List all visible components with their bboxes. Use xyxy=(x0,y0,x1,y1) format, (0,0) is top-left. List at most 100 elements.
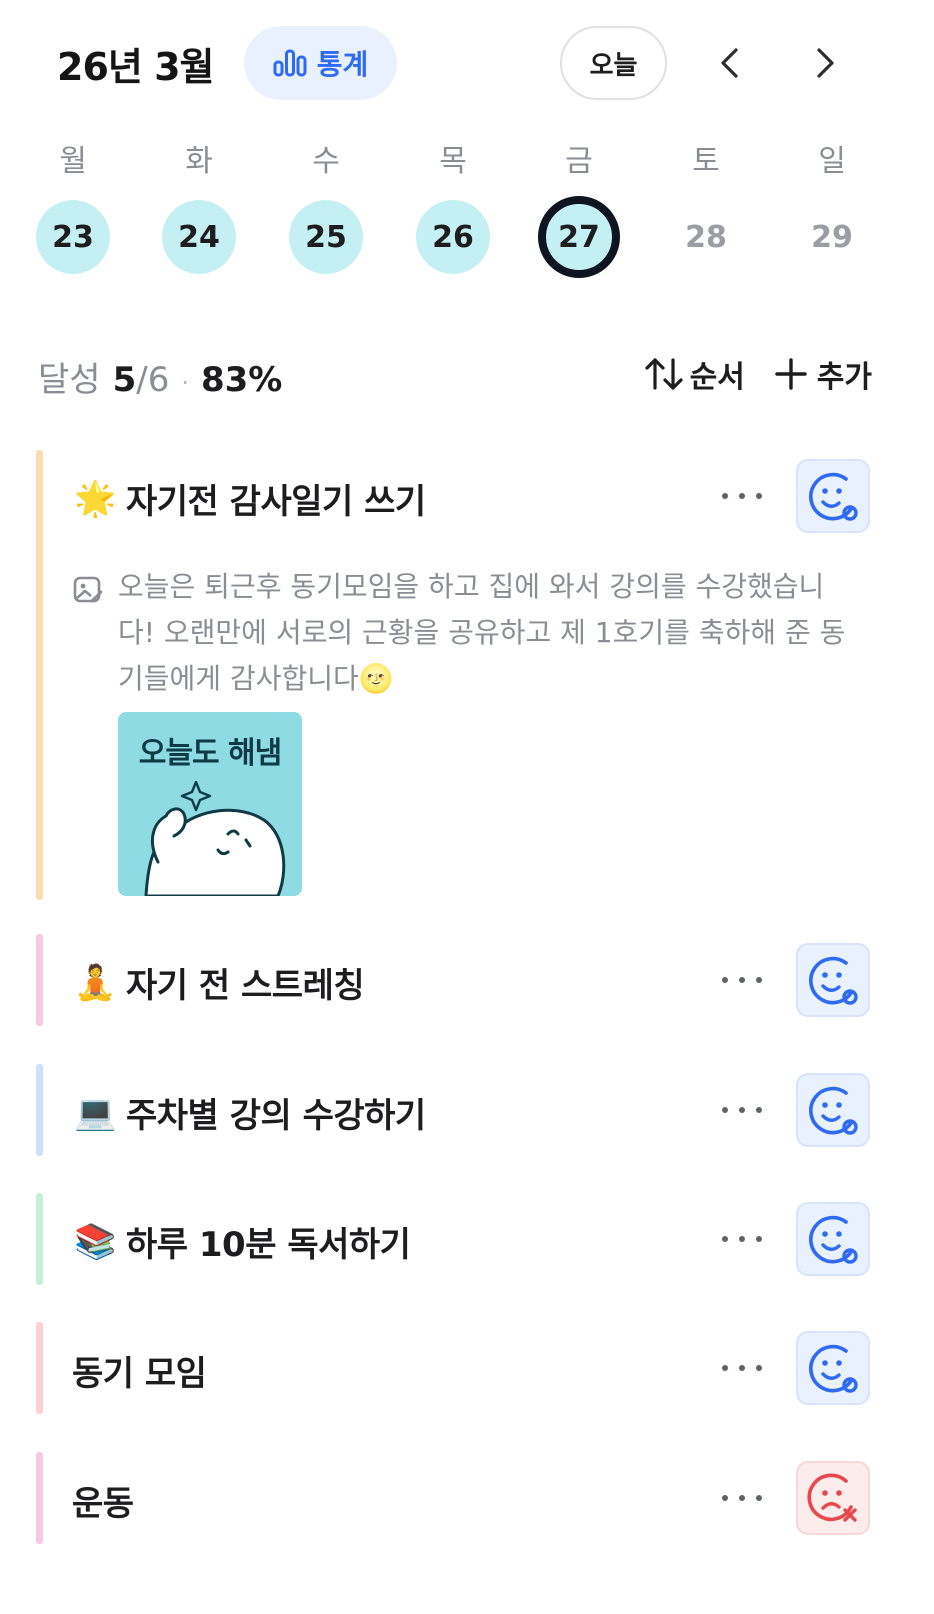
habit-title: 자기 전 스트레칭 xyxy=(126,966,365,1006)
more-dots-icon xyxy=(722,1495,728,1501)
habit-title-row: 💻 주차별 강의 수강하기 xyxy=(72,1088,426,1137)
stats-button[interactable]: 통계 xyxy=(244,26,397,100)
order-label: 순서 xyxy=(689,360,745,395)
chevron-left-icon xyxy=(721,48,738,78)
image-note-icon xyxy=(73,576,103,603)
date-circle[interactable]: 26 xyxy=(416,200,490,274)
date-circle[interactable]: 23 xyxy=(36,200,110,274)
bar-chart-icon xyxy=(273,49,307,77)
sad-face-x-icon xyxy=(807,1473,857,1522)
books-icon: 📚 xyxy=(74,1221,116,1262)
day-tue[interactable]: 화 24 xyxy=(159,130,239,290)
smile-face-icon xyxy=(809,1215,858,1264)
chevron-right-icon xyxy=(817,48,834,78)
note-attached-image[interactable]: 오늘도 해냄 xyxy=(118,712,302,896)
more-options-button[interactable] xyxy=(722,1104,762,1116)
achievement-summary: 달성 5 /6 · 83% xyxy=(38,352,282,401)
date-circle-selected[interactable]: 27 xyxy=(538,196,620,278)
achievement-done: 5 xyxy=(112,360,137,400)
day-sun[interactable]: 일 29 xyxy=(792,130,872,290)
smile-face-icon xyxy=(809,1344,858,1393)
weekday-label: 월 xyxy=(59,144,87,179)
meditation-icon: 🧘 xyxy=(74,962,116,1003)
habit-item[interactable]: 동기 모임 xyxy=(36,1322,896,1414)
habit-title: 주차별 강의 수강하기 xyxy=(126,1096,426,1136)
weekday-label: 일 xyxy=(818,144,846,179)
star-icon: 🌟 xyxy=(74,478,116,519)
more-options-button[interactable] xyxy=(722,1492,762,1504)
date-circle[interactable]: 28 xyxy=(669,200,743,274)
habit-title-row: 🌟 자기전 감사일기 쓰기 xyxy=(72,474,426,523)
habit-color-bar xyxy=(36,1064,43,1156)
more-options-button[interactable] xyxy=(722,974,762,986)
order-button[interactable]: 순서 xyxy=(644,352,745,396)
achievement-label: 달성 xyxy=(38,360,101,400)
prev-week-button[interactable] xyxy=(705,38,755,88)
more-options-button[interactable] xyxy=(722,1233,762,1245)
habit-item[interactable]: 💻 주차별 강의 수강하기 xyxy=(36,1064,896,1156)
habit-note-text: 오늘은 퇴근후 동기모임을 하고 집에 와서 강의를 수강했습니다! 오랜만에 … xyxy=(118,570,846,695)
habit-color-bar xyxy=(36,450,43,900)
day-sat[interactable]: 토 28 xyxy=(666,130,746,290)
laptop-icon: 💻 xyxy=(74,1092,116,1133)
habit-color-bar xyxy=(36,1193,43,1285)
day-thu[interactable]: 목 26 xyxy=(413,130,493,290)
more-dots-icon xyxy=(722,493,728,499)
mood-check-button[interactable] xyxy=(796,943,870,1017)
date-circle[interactable]: 29 xyxy=(795,200,869,274)
plus-icon xyxy=(775,358,807,390)
habit-title: 운동 xyxy=(72,1484,134,1524)
mood-check-button[interactable] xyxy=(796,1331,870,1405)
day-mon[interactable]: 월 23 xyxy=(33,130,113,290)
sort-arrows-icon xyxy=(644,358,683,390)
add-label: 추가 xyxy=(816,360,872,395)
mood-check-button[interactable] xyxy=(796,459,870,533)
more-dots-icon xyxy=(722,1236,728,1242)
habit-title: 하루 10분 독서하기 xyxy=(126,1225,411,1265)
mood-check-button[interactable] xyxy=(796,1202,870,1276)
more-options-button[interactable] xyxy=(722,490,762,502)
more-dots-icon xyxy=(722,977,728,983)
habit-title: 동기 모임 xyxy=(72,1354,207,1394)
date-circle[interactable]: 24 xyxy=(162,200,236,274)
more-dots-icon xyxy=(722,1365,728,1371)
smile-face-icon xyxy=(809,956,858,1005)
next-week-button[interactable] xyxy=(800,38,850,88)
stats-label: 통계 xyxy=(316,48,369,81)
habit-title-row: 🧘 자기 전 스트레칭 xyxy=(72,958,365,1007)
weekday-label: 토 xyxy=(692,144,720,179)
separator-dot: · xyxy=(181,369,189,397)
day-wed[interactable]: 수 25 xyxy=(286,130,366,290)
header: 26년 3월 통계 오늘 xyxy=(0,24,934,100)
month-title: 26년 3월 xyxy=(57,45,214,89)
mood-check-button[interactable] xyxy=(796,1073,870,1147)
character-illustration xyxy=(144,780,286,896)
habit-title: 자기전 감사일기 쓰기 xyxy=(126,482,426,522)
smile-face-icon xyxy=(809,1086,858,1135)
habit-item[interactable]: 🧘 자기 전 스트레칭 xyxy=(36,934,896,1026)
day-fri[interactable]: 금 27 xyxy=(538,130,620,290)
habit-color-bar xyxy=(36,1452,43,1544)
habit-color-bar xyxy=(36,1322,43,1414)
smile-face-icon xyxy=(809,472,858,521)
habit-color-bar xyxy=(36,934,43,1026)
today-button[interactable]: 오늘 xyxy=(560,26,667,100)
habit-title-row: 📚 하루 10분 독서하기 xyxy=(72,1217,411,1266)
habit-item[interactable]: 📚 하루 10분 독서하기 xyxy=(36,1193,896,1285)
achievement-percent: 83% xyxy=(200,360,283,400)
more-options-button[interactable] xyxy=(722,1362,762,1374)
habit-title-row: 동기 모임 xyxy=(72,1346,207,1395)
add-button[interactable]: 추가 xyxy=(771,352,872,396)
weekday-label: 금 xyxy=(565,144,593,179)
habit-title-row: 운동 xyxy=(72,1476,134,1525)
week-strip: 월 23 화 24 수 25 목 26 금 27 토 28 일 29 xyxy=(0,130,934,290)
mood-check-button[interactable] xyxy=(796,1461,870,1535)
weekday-label: 목 xyxy=(439,144,467,179)
date-circle[interactable]: 25 xyxy=(289,200,363,274)
habit-item[interactable]: 🌟 자기전 감사일기 쓰기 오늘은 퇴근후 동기모임을 하고 집에 와서 강의를… xyxy=(36,450,896,900)
achievement-total: /6 xyxy=(136,360,170,400)
weekday-label: 화 xyxy=(185,144,213,179)
habit-item[interactable]: 운동 xyxy=(36,1452,896,1544)
weekday-label: 수 xyxy=(312,144,340,179)
more-dots-icon xyxy=(722,1107,728,1113)
